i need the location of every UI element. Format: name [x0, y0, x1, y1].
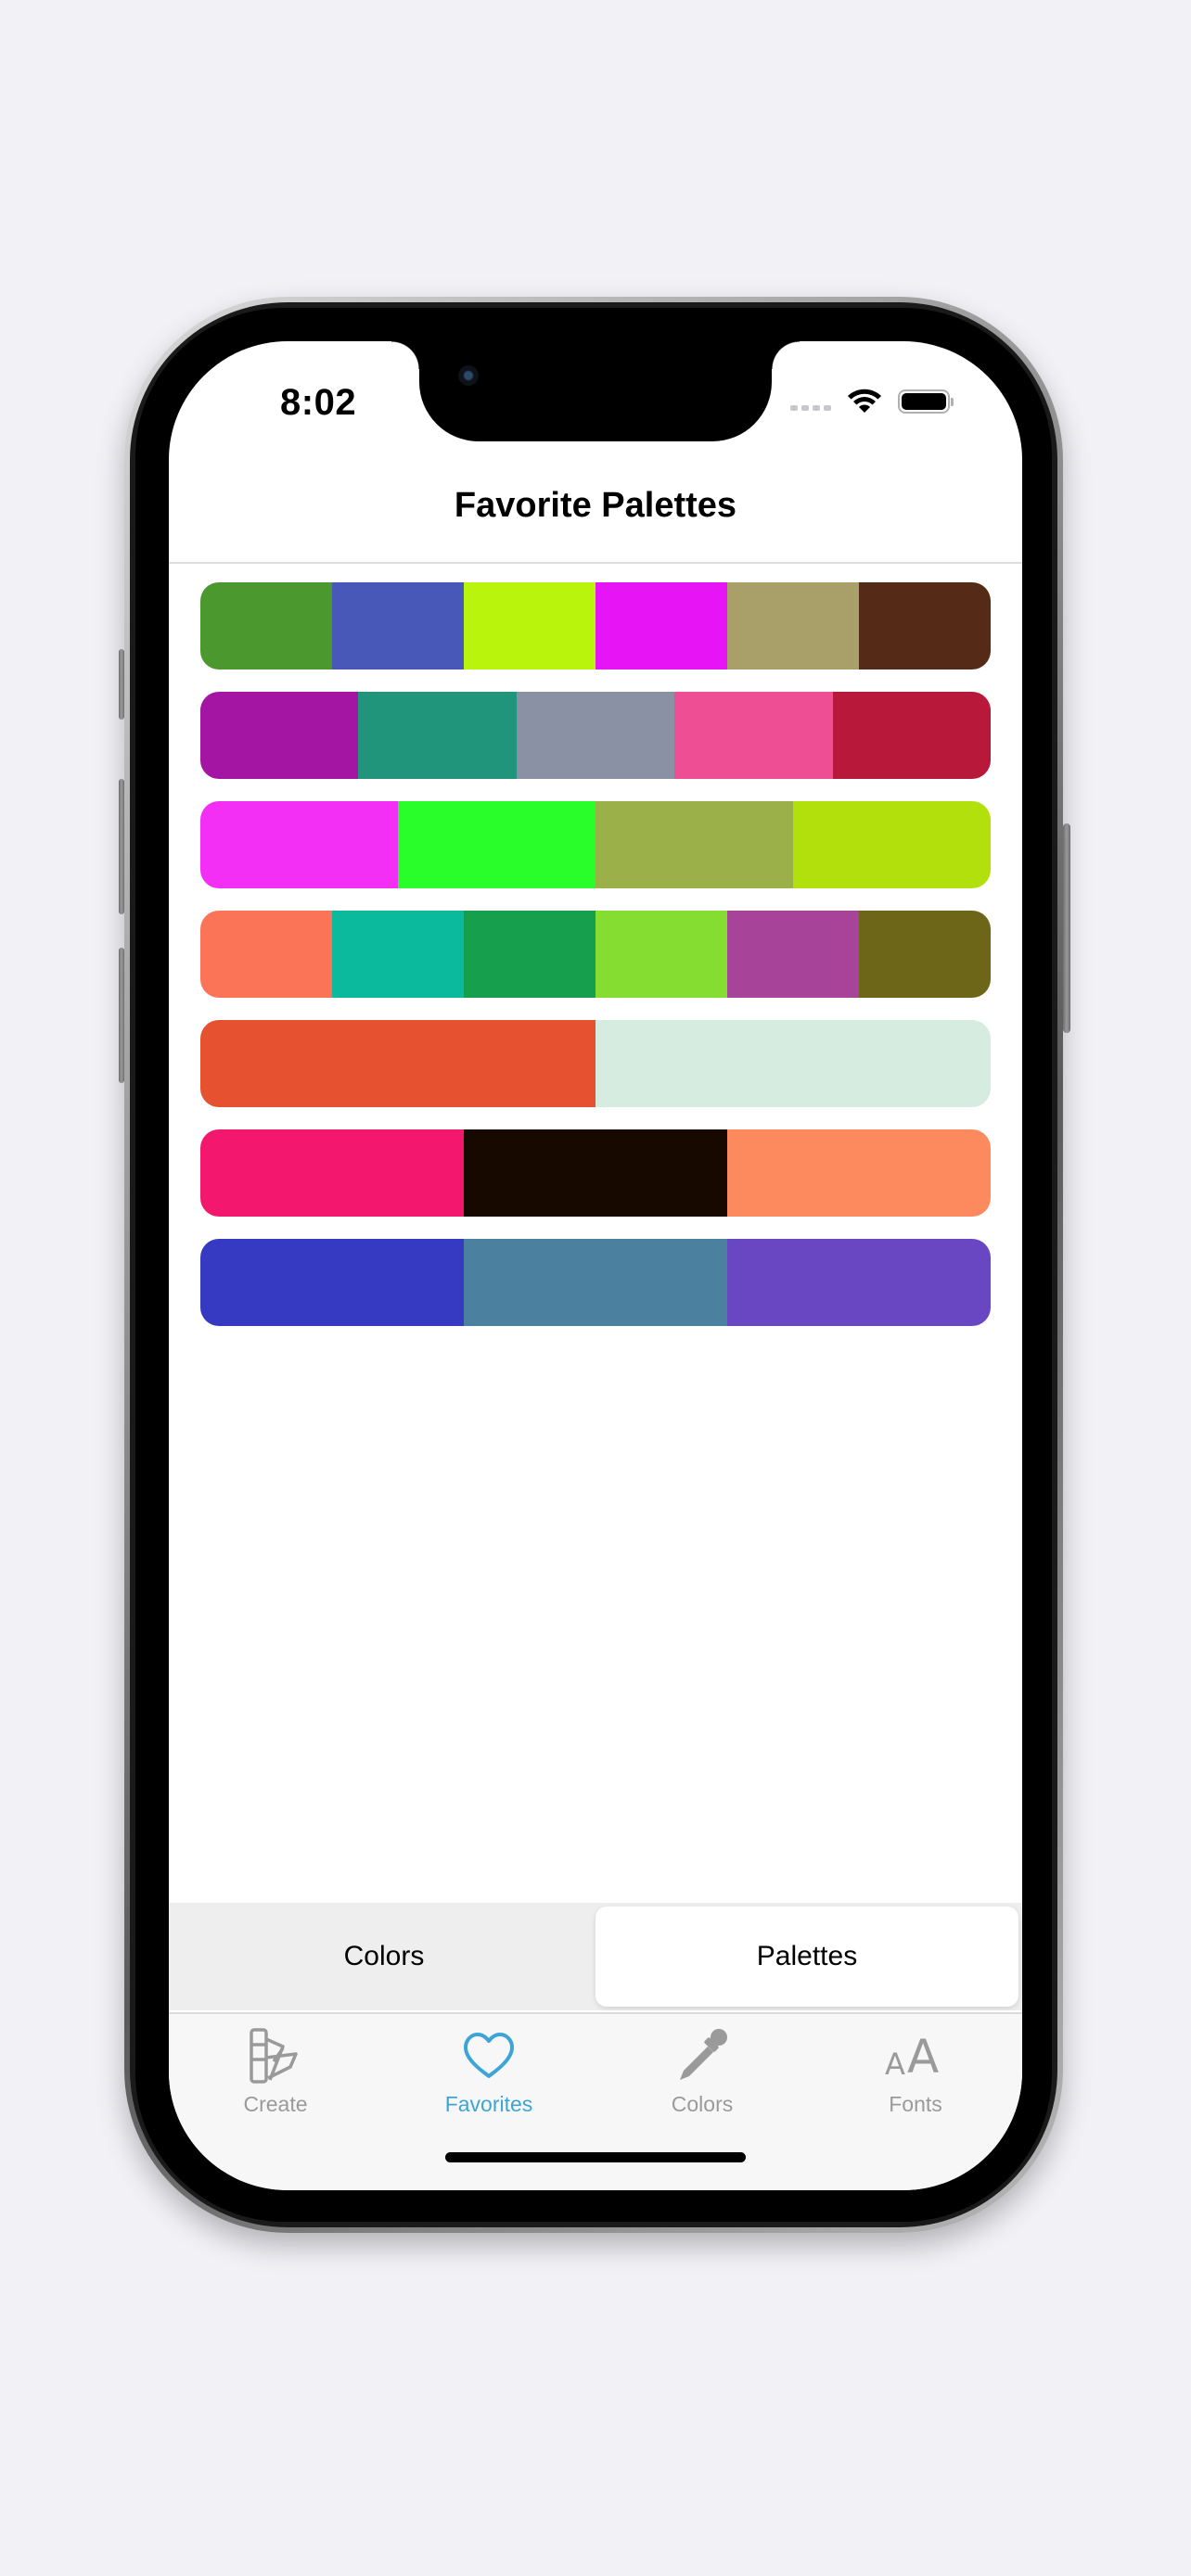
color-swatch: [516, 692, 675, 779]
palette-row[interactable]: [200, 1020, 991, 1107]
volume-down-button: [119, 948, 124, 1083]
status-icons: [790, 388, 954, 415]
color-swatch: [200, 1129, 464, 1217]
color-swatch: [332, 911, 464, 998]
color-swatch: [464, 911, 596, 998]
color-swatch: [398, 801, 596, 888]
color-swatch: [200, 911, 332, 998]
cellular-signal-icon: [790, 392, 831, 411]
color-swatch: [200, 1020, 596, 1107]
palette-row[interactable]: [200, 1129, 991, 1217]
battery-icon: [898, 389, 954, 414]
color-swatch: [464, 1129, 727, 1217]
color-swatch: [596, 1020, 991, 1107]
svg-text:A: A: [907, 2030, 939, 2084]
palette-row[interactable]: [200, 692, 991, 779]
segment-palettes[interactable]: Palettes: [596, 1906, 1018, 2007]
status-time: 8:02: [280, 382, 357, 423]
tab-create[interactable]: Create: [169, 2014, 382, 2135]
text-size-icon: A A: [885, 2030, 939, 2084]
tab-fonts[interactable]: A A Fonts: [809, 2014, 1022, 2135]
tab-bar: Create Favorites Colors A A Fonts: [169, 2012, 1022, 2190]
notch: [391, 341, 800, 441]
palette-row[interactable]: [200, 801, 991, 888]
color-swatch: [727, 1129, 991, 1217]
svg-text:A: A: [885, 2047, 905, 2082]
color-swatch: [793, 801, 991, 888]
tab-fonts-label: Fonts: [889, 2092, 942, 2116]
heart-icon: [464, 2033, 514, 2078]
volume-up-button: [119, 779, 124, 914]
palette-row[interactable]: [200, 1239, 991, 1326]
color-swatch: [200, 692, 359, 779]
color-swatch: [464, 1239, 727, 1326]
action-button: [119, 649, 124, 720]
eyedropper-icon: [680, 2029, 727, 2080]
swatchbook-icon: [250, 2028, 298, 2084]
color-swatch: [859, 582, 991, 670]
color-swatch: [596, 582, 727, 670]
palette-row[interactable]: [200, 911, 991, 998]
nav-divider: [169, 562, 1022, 564]
segmented-control: Colors Palettes: [169, 1903, 1022, 2010]
page-title: Favorite Palettes: [454, 486, 737, 525]
color-swatch: [859, 911, 991, 998]
color-swatch: [200, 582, 332, 670]
screen: 8:02 Favorite Palettes Colors Palettes C…: [169, 341, 1022, 2190]
tab-favorites-label: Favorites: [444, 2092, 533, 2116]
segment-colors[interactable]: Colors: [173, 1906, 596, 2007]
color-swatch: [358, 692, 517, 779]
color-swatch: [727, 582, 859, 670]
palette-list: [200, 582, 991, 1348]
color-swatch: [674, 692, 833, 779]
tab-favorites[interactable]: Favorites: [382, 2014, 596, 2135]
color-swatch: [596, 911, 727, 998]
color-swatch: [832, 692, 991, 779]
palette-row[interactable]: [200, 582, 991, 670]
front-camera: [458, 365, 479, 386]
tab-create-label: Create: [243, 2092, 308, 2116]
wifi-icon: [848, 389, 881, 413]
color-swatch: [727, 911, 859, 998]
color-swatch: [464, 582, 596, 670]
tab-colors-label: Colors: [671, 2092, 734, 2116]
power-button: [1063, 823, 1070, 1033]
home-indicator: [445, 2152, 746, 2162]
color-swatch: [332, 582, 464, 670]
color-swatch: [200, 801, 398, 888]
tab-colors[interactable]: Colors: [596, 2014, 809, 2135]
color-swatch: [200, 1239, 464, 1326]
color-swatch: [596, 801, 793, 888]
color-swatch: [727, 1239, 991, 1326]
